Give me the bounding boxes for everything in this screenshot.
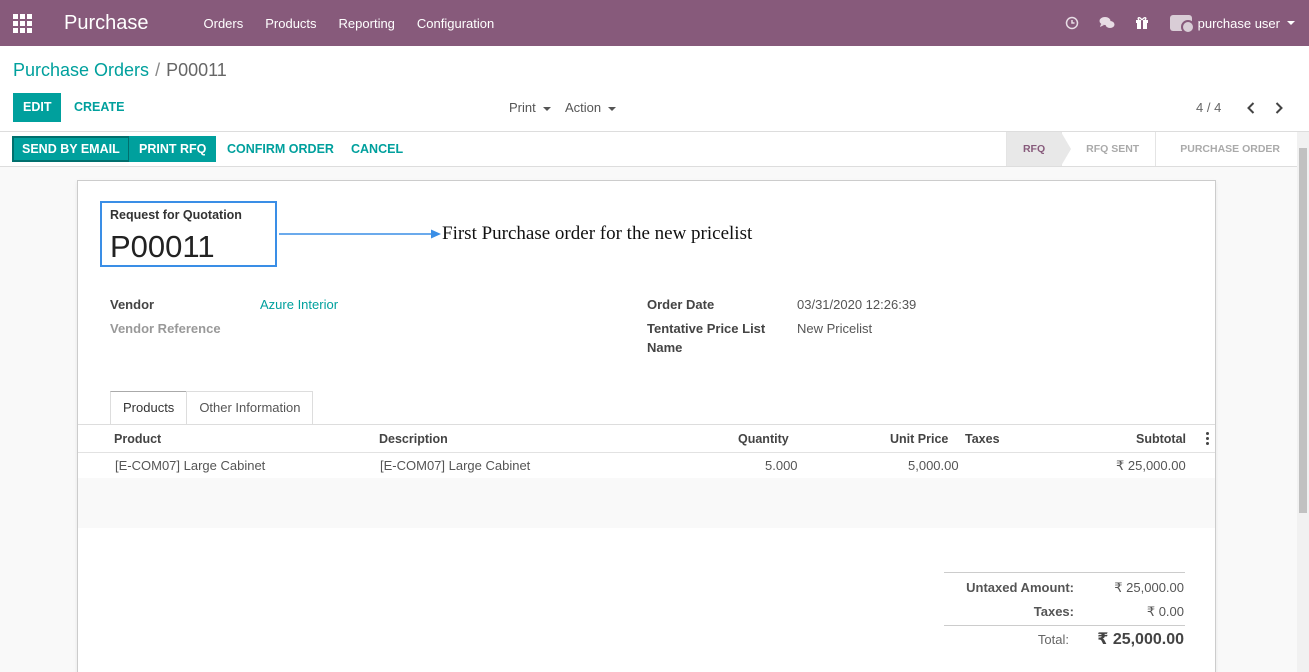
chevron-down-icon [1287,21,1295,25]
col-unit-price[interactable]: Unit Price [890,425,948,453]
notebook-tabs: Products Other Information [110,391,314,425]
control-panel: Purchase Orders / P00011 EDIT CREATE Print… [0,46,1309,132]
col-subtotal[interactable]: Subtotal [1136,425,1186,453]
total-value: ₹ 25,000.00 [1097,631,1184,648]
col-product[interactable]: Product [114,425,161,453]
tab-products[interactable]: Products [110,391,188,425]
col-quantity[interactable]: Quantity [738,425,789,453]
untaxed-amount-label: Untaxed Amount: [966,580,1074,595]
table-row-empty [78,478,1215,503]
send-by-email-button[interactable]: SEND BY EMAIL [12,136,130,162]
annotation-arrow-icon [279,229,441,239]
cell-description: [E-COM07] Large Cabinet [380,458,531,473]
breadcrumb-purchase-orders[interactable]: Purchase Orders [13,60,149,80]
table-row-empty [78,503,1215,528]
gift-icon[interactable] [1125,0,1160,46]
vendor-label: Vendor [110,297,155,312]
app-name: Purchase [64,11,149,34]
apps-menu-icon[interactable] [0,0,44,46]
vendor-value[interactable]: Azure Interior [260,297,338,312]
taxes-label: Taxes: [1033,604,1074,619]
menu-products[interactable]: Products [254,16,327,31]
stage-rfq-sent[interactable]: RFQ SENT [1061,132,1155,166]
breadcrumb: Purchase Orders / P00011 [13,60,227,81]
clock-icon[interactable] [1055,0,1090,46]
action-label: Action [565,100,602,115]
totals-divider [944,625,1185,626]
scroll-thumb[interactable] [1299,148,1307,513]
menu-orders[interactable]: Orders [193,16,255,31]
pager-value[interactable]: 4 / 4 [1196,93,1221,122]
stage-pipeline: RFQ RFQ SENT PURCHASE ORDER [1005,132,1296,166]
order-date-value[interactable]: 03/31/2020 12:26:39 [797,297,916,312]
pricelist-label-line2: Name [647,340,683,355]
total-label: Total: [1037,632,1069,647]
cell-quantity: 5.000 [765,458,798,473]
breadcrumb-separator: / [155,60,161,80]
cell-unit-price: 5,000.00 [908,458,959,473]
print-label: Print [509,100,536,115]
untaxed-amount-value: ₹ 25,000.00 [1114,580,1184,595]
pricelist-value[interactable]: New Pricelist [797,321,872,336]
stage-rfq[interactable]: RFQ [1005,132,1072,166]
status-bar: SEND BY EMAIL PRINT RFQ CONFIRM ORDER CA… [0,132,1309,167]
cancel-button[interactable]: CANCEL [341,136,413,162]
print-rfq-button[interactable]: PRINT RFQ [129,136,217,162]
totals-divider [944,572,1185,573]
column-options-icon[interactable] [1206,432,1209,447]
user-menu[interactable]: purchase user [1160,15,1309,34]
annotation-text-inner: First Purchase order for the new priceli… [442,223,753,244]
confirm-order-button[interactable]: CONFIRM ORDER [217,136,344,162]
create-button[interactable]: CREATE [74,93,124,122]
stage-purchase-order[interactable]: PURCHASE ORDER [1155,132,1296,166]
form-sheet: Request for Quotation P00011 First Purch… [77,180,1216,672]
user-name: purchase user [1197,15,1280,31]
action-dropdown[interactable]: Action [565,93,617,122]
chat-icon[interactable] [1090,0,1125,46]
chevron-down-icon [608,106,617,111]
annotation-text: First Purchase order for the new priceli… [442,222,752,245]
edit-button[interactable]: EDIT [13,93,62,122]
title-highlight-box: Request for Quotation P00011 [100,201,277,267]
print-dropdown[interactable]: Print [509,93,551,122]
table-header: Product Description Quantity Unit Price … [78,425,1215,453]
top-navbar: Purchase Orders Products Reporting Confi… [0,0,1309,46]
vendor-reference-label: Vendor Reference [110,321,221,336]
taxes-value: ₹ 0.00 [1146,604,1184,619]
table-row[interactable]: [E-COM07] Large Cabinet [E-COM07] Large … [78,453,1215,478]
menu-reporting[interactable]: Reporting [328,16,406,31]
chevron-right-icon[interactable] [1269,93,1289,122]
order-date-label: Order Date [647,297,715,312]
chevron-left-icon[interactable] [1241,93,1261,122]
scrollbar[interactable] [1297,132,1309,672]
cell-subtotal: ₹ 25,000.00 [1116,458,1186,473]
chevron-down-icon [542,106,551,111]
col-description[interactable]: Description [379,425,448,453]
order-name: P00011 [110,229,215,264]
tab-other-information[interactable]: Other Information [186,391,314,424]
menu-configuration[interactable]: Configuration [406,16,505,31]
title-label: Request for Quotation [110,208,242,222]
avatar [1169,15,1195,34]
pricelist-label-line1: Tentative Price List [647,321,766,336]
breadcrumb-current: P00011 [166,60,227,80]
col-taxes[interactable]: Taxes [965,425,1000,453]
cell-product: [E-COM07] Large Cabinet [115,458,266,473]
